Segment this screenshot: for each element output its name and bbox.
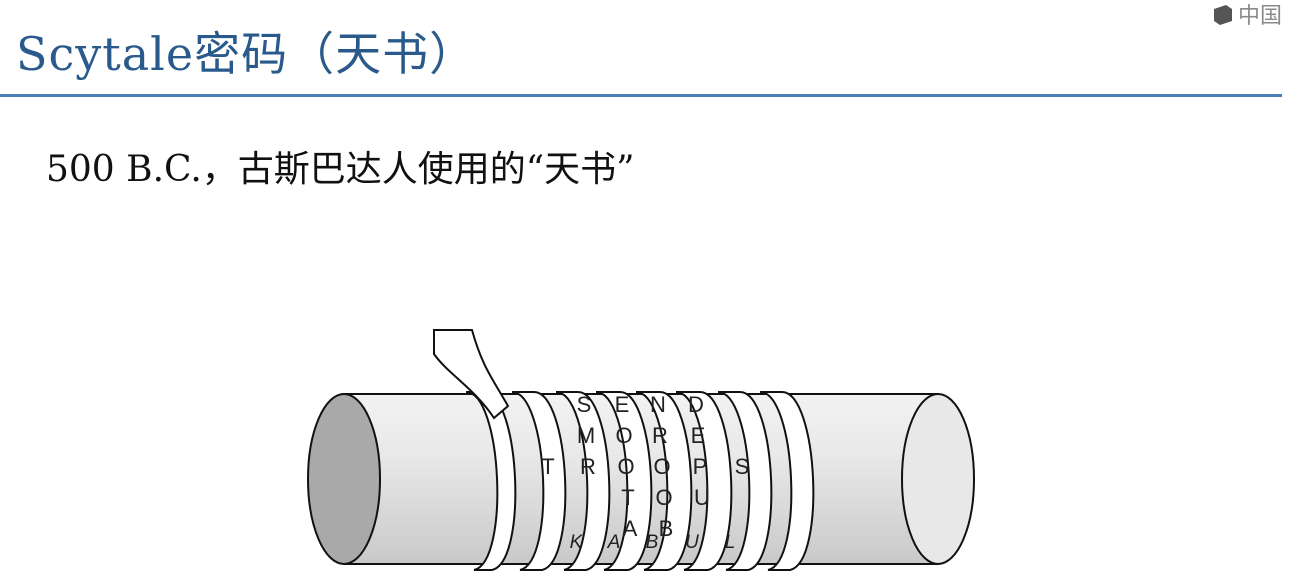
cipher-letter: O: [615, 423, 632, 448]
cipher-letter: O: [653, 454, 670, 479]
cipher-letter: B: [659, 516, 674, 541]
cipher-letter: B: [646, 532, 659, 553]
cipher-letter: M: [577, 423, 595, 448]
scytale-svg: TSMREOOTANROOBDEPUSK A B U L: [307, 329, 975, 571]
logo-icon: [1214, 5, 1232, 25]
scytale-illustration: TSMREOOTANROOBDEPUSKABUL: [296, 326, 986, 583]
cipher-letter: L: [725, 532, 736, 553]
cipher-letter: N: [650, 392, 666, 417]
cipher-letter: O: [617, 454, 634, 479]
cipher-letter: R: [580, 454, 596, 479]
cipher-letter: K: [570, 532, 584, 553]
cipher-letter: O: [655, 485, 672, 510]
slide-title: Scytale密码（天书）: [16, 27, 477, 81]
cipher-letter: E: [615, 392, 630, 417]
cipher-letter: T: [541, 454, 554, 479]
cipher-letter: U: [694, 485, 710, 510]
cipher-letter: S: [577, 392, 592, 417]
cipher-letter: A: [623, 516, 638, 541]
cipher-letter: U: [685, 532, 699, 553]
cipher-letter: P: [693, 454, 708, 479]
cipher-letter: A: [607, 532, 621, 553]
rod-left-end: [307, 393, 381, 565]
slide-subtitle: 500 B.C.，古斯巴达人使用的“天书”: [46, 149, 635, 190]
rod-right-end: [901, 393, 975, 565]
logo-text: 中国: [1238, 4, 1283, 29]
logo: 中国: [1212, 0, 1304, 29]
cipher-letter: S: [735, 454, 750, 479]
cipher-letter: T: [621, 485, 634, 510]
title-divider: [0, 94, 1282, 97]
cipher-letter: E: [691, 423, 706, 448]
cipher-letter: R: [652, 423, 668, 448]
cipher-letter: D: [688, 392, 704, 417]
